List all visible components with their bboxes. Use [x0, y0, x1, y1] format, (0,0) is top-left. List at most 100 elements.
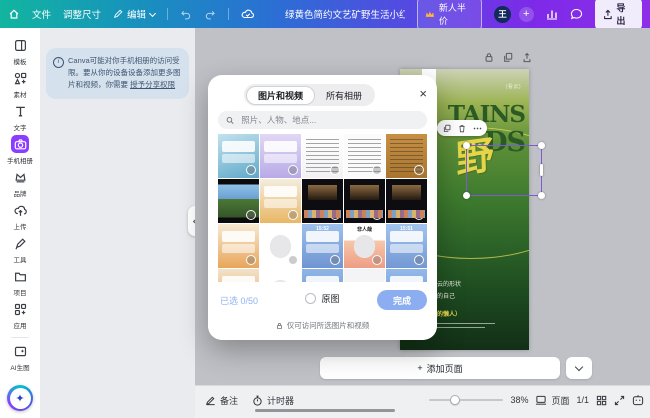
sidebar-item-ai-image[interactable]: AI生图 [0, 342, 40, 375]
duplicate-page-icon[interactable] [503, 52, 513, 63]
thumbnail-select-circle[interactable] [414, 210, 424, 220]
sidebar-item-text[interactable]: 文字 [0, 102, 40, 135]
thumbnail-select-circle[interactable] [330, 165, 340, 175]
photo-thumbnail[interactable] [260, 224, 301, 268]
timer-label: 计时器 [267, 394, 294, 407]
photo-thumbnail[interactable] [302, 179, 343, 223]
insights-button[interactable] [546, 8, 558, 20]
comments-button[interactable] [570, 8, 583, 20]
thumbnail-select-circle[interactable] [246, 210, 256, 220]
poster-fine-print [437, 323, 495, 324]
thumbnail-select-circle[interactable] [372, 255, 382, 265]
lock-icon[interactable] [484, 52, 494, 63]
thumbnail-select-circle[interactable] [330, 210, 340, 220]
assistant-help-icon[interactable] [632, 394, 644, 406]
notes-button[interactable]: 备注 [205, 394, 238, 407]
tab-all-albums[interactable]: 所有相册 [315, 87, 373, 104]
sidebar-item-label: 文字 [14, 122, 27, 132]
resize-handle[interactable] [538, 142, 545, 149]
thumbnail-select-circle[interactable] [330, 255, 340, 265]
photo-thumbnail[interactable] [344, 269, 385, 283]
thumbnail-select-circle[interactable] [372, 210, 382, 220]
design-title[interactable]: 绿黄色简约文艺矿野生活小红书plog [285, 7, 405, 21]
photo-thumbnail[interactable] [386, 269, 427, 283]
thumbnail-select-circle[interactable] [288, 255, 298, 265]
photo-thumbnail[interactable] [386, 134, 427, 178]
photo-thumbnail[interactable]: 15:51 [386, 224, 427, 268]
photo-thumbnail[interactable]: 非人哉 [344, 224, 385, 268]
thumbnail-select-circle[interactable] [246, 255, 256, 265]
sidebar-item-apps[interactable]: 应用 [0, 300, 40, 333]
zoom-slider-track[interactable] [429, 399, 503, 401]
pages-label: 页面 [551, 394, 569, 407]
avatar[interactable]: 王 [494, 6, 511, 23]
resize-handle[interactable] [463, 142, 470, 149]
photo-thumbnail[interactable]: 15:52 [302, 224, 343, 268]
pages-view-button[interactable]: 页面 [535, 394, 569, 407]
ai-assistant-button[interactable]: ✦ [7, 385, 33, 411]
close-icon[interactable]: × [419, 86, 427, 101]
done-button[interactable]: 完成 [377, 290, 427, 310]
crown-icon [425, 10, 435, 18]
photo-thumbnail[interactable] [344, 179, 385, 223]
sidebar-item-phone-album[interactable]: 手机相册 [0, 135, 40, 168]
export-button[interactable]: 导出 [595, 0, 642, 30]
add-member-button[interactable]: + [519, 7, 534, 22]
timer-button[interactable]: 计时器 [252, 394, 294, 407]
photo-thumbnail[interactable] [218, 224, 259, 268]
sidebar-item-projects[interactable]: 项目 [0, 267, 40, 300]
photo-thumbnail[interactable] [218, 179, 259, 223]
resize-handle[interactable] [538, 192, 545, 199]
thumbnail-select-circle[interactable] [288, 165, 298, 175]
add-page-button[interactable]: + 添加页面 [320, 357, 560, 379]
thumbnail-select-circle[interactable] [372, 165, 382, 175]
photo-thumbnail[interactable] [260, 134, 301, 178]
undo-button[interactable] [180, 9, 192, 20]
horizontal-scrollbar[interactable] [255, 409, 395, 412]
photo-thumbnail[interactable] [218, 134, 259, 178]
search-input[interactable] [239, 114, 419, 126]
redo-button[interactable] [204, 9, 216, 20]
grant-permission-link[interactable]: 授予分享权限 [130, 80, 175, 89]
zoom-slider[interactable] [429, 395, 503, 405]
photo-thumbnail[interactable] [386, 179, 427, 223]
photo-thumbnail[interactable] [302, 269, 343, 283]
more-options-icon[interactable] [473, 124, 482, 133]
resize-handle[interactable] [463, 192, 470, 199]
picker-search[interactable] [218, 111, 427, 129]
fullscreen-icon[interactable] [614, 395, 625, 406]
phone-album-panel: i Canva可能对你手机相册的访问受限。要从你的设备设备添加更多图片和视频，你… [40, 28, 195, 418]
thumbnail-select-circle[interactable] [246, 165, 256, 175]
duplicate-icon[interactable] [443, 124, 451, 133]
sidebar-item-tools[interactable]: 工具 [0, 234, 40, 267]
photo-thumbnail[interactable] [260, 179, 301, 223]
zoom-slider-thumb[interactable] [450, 395, 460, 405]
trash-icon[interactable] [458, 124, 466, 133]
menu-edit[interactable]: 编辑 [113, 7, 155, 21]
sidebar-item-templates[interactable]: 模板 [0, 36, 40, 69]
selection-box[interactable] [466, 145, 542, 196]
photo-thumbnail[interactable] [302, 134, 343, 178]
sidebar-item-uploads[interactable]: 上传 [0, 201, 40, 234]
share-up-icon [603, 9, 613, 20]
sidebar-item-elements[interactable]: 素材 [0, 69, 40, 102]
grid-view-icon[interactable] [596, 395, 607, 406]
page-options-button[interactable] [566, 357, 592, 379]
thumbnail-select-circle[interactable] [414, 165, 424, 175]
photo-thumbnail[interactable] [260, 269, 301, 283]
share-page-icon[interactable] [522, 52, 532, 63]
photo-thumbnail[interactable] [218, 269, 259, 283]
menu-file[interactable]: 文件 [32, 7, 51, 21]
home-button[interactable] [8, 8, 20, 20]
side-resize-handle[interactable] [540, 164, 543, 176]
cloud-save-status[interactable] [241, 8, 255, 20]
menu-resize[interactable]: 调整尺寸 [63, 7, 101, 21]
thumbnail-select-circle[interactable] [414, 255, 424, 265]
sidebar-item-brand[interactable]: 品牌 [0, 168, 40, 201]
radio-icon[interactable] [305, 293, 316, 304]
photo-thumbnail[interactable] [344, 134, 385, 178]
promo-button[interactable]: 新人半价 [417, 0, 482, 30]
thumbnail-select-circle[interactable] [288, 210, 298, 220]
poster-caption: (看云) [506, 83, 521, 90]
tab-photos-videos[interactable]: 图片和视频 [246, 86, 315, 105]
